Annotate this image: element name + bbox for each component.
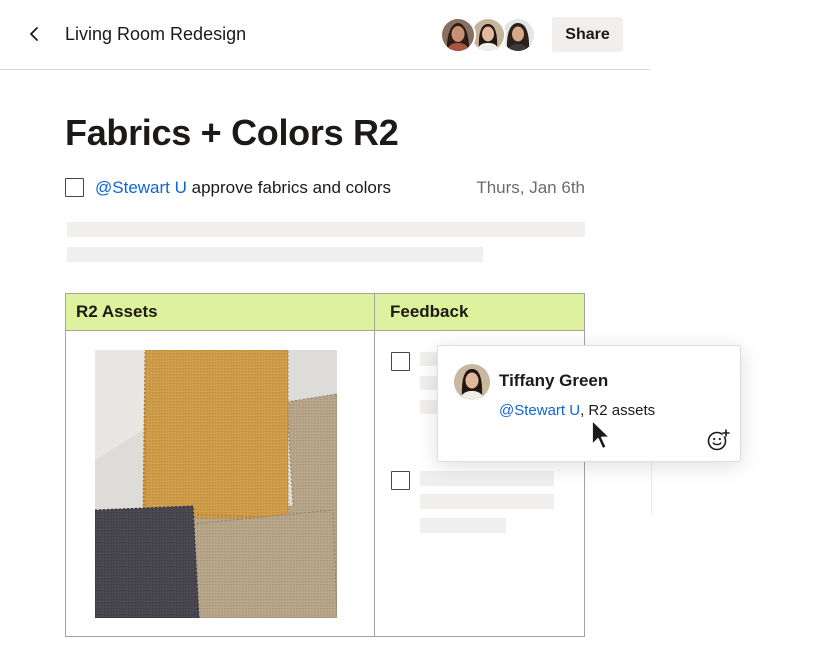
comment-popover[interactable]: Tiffany Green @Stewart U, R2 assets <box>437 345 741 462</box>
chevron-left-icon[interactable] <box>22 22 46 46</box>
feedback-checkbox[interactable] <box>391 471 410 490</box>
fabric-swatches-image[interactable] <box>95 350 337 618</box>
table-header-row: R2 Assets Feedback <box>66 294 584 331</box>
comment-connector <box>651 462 652 514</box>
comment-author: Tiffany Green <box>499 371 609 390</box>
task-due-date[interactable]: Thurs, Jan 6th <box>476 176 585 200</box>
placeholder-text-line <box>67 247 483 262</box>
placeholder-text-line <box>420 471 554 486</box>
task-checkbox[interactable] <box>65 178 84 197</box>
commenter-avatar[interactable] <box>454 364 490 400</box>
comment-body: , R2 assets <box>580 402 656 419</box>
task-item: @Stewart U approve fabrics and colors Th… <box>65 176 585 200</box>
column-divider <box>374 294 375 636</box>
feedback-checkbox[interactable] <box>391 352 410 371</box>
top-bar: Living Room Redesign Share <box>0 0 650 70</box>
column-header-assets: R2 Assets <box>76 302 158 321</box>
avatar[interactable] <box>440 17 476 53</box>
placeholder-text-line <box>420 494 554 509</box>
column-header-feedback: Feedback <box>390 302 469 321</box>
doc-name: Living Room Redesign <box>65 24 247 44</box>
share-button[interactable]: Share <box>552 17 623 52</box>
mention-link[interactable]: @Stewart U <box>499 402 580 419</box>
mouse-cursor-icon <box>590 418 614 454</box>
task-description: approve fabrics and colors <box>186 178 391 197</box>
placeholder-text-line <box>420 518 506 533</box>
task-text: @Stewart U approve fabrics and colors <box>95 176 391 200</box>
page-title: Fabrics + Colors R2 <box>65 112 399 153</box>
comment-text: @Stewart U, R2 assets <box>499 401 655 421</box>
add-emoji-icon[interactable] <box>706 428 730 452</box>
placeholder-text-line <box>67 222 585 237</box>
mention-link[interactable]: @Stewart U <box>95 178 187 197</box>
collaborator-avatars[interactable] <box>440 17 536 53</box>
